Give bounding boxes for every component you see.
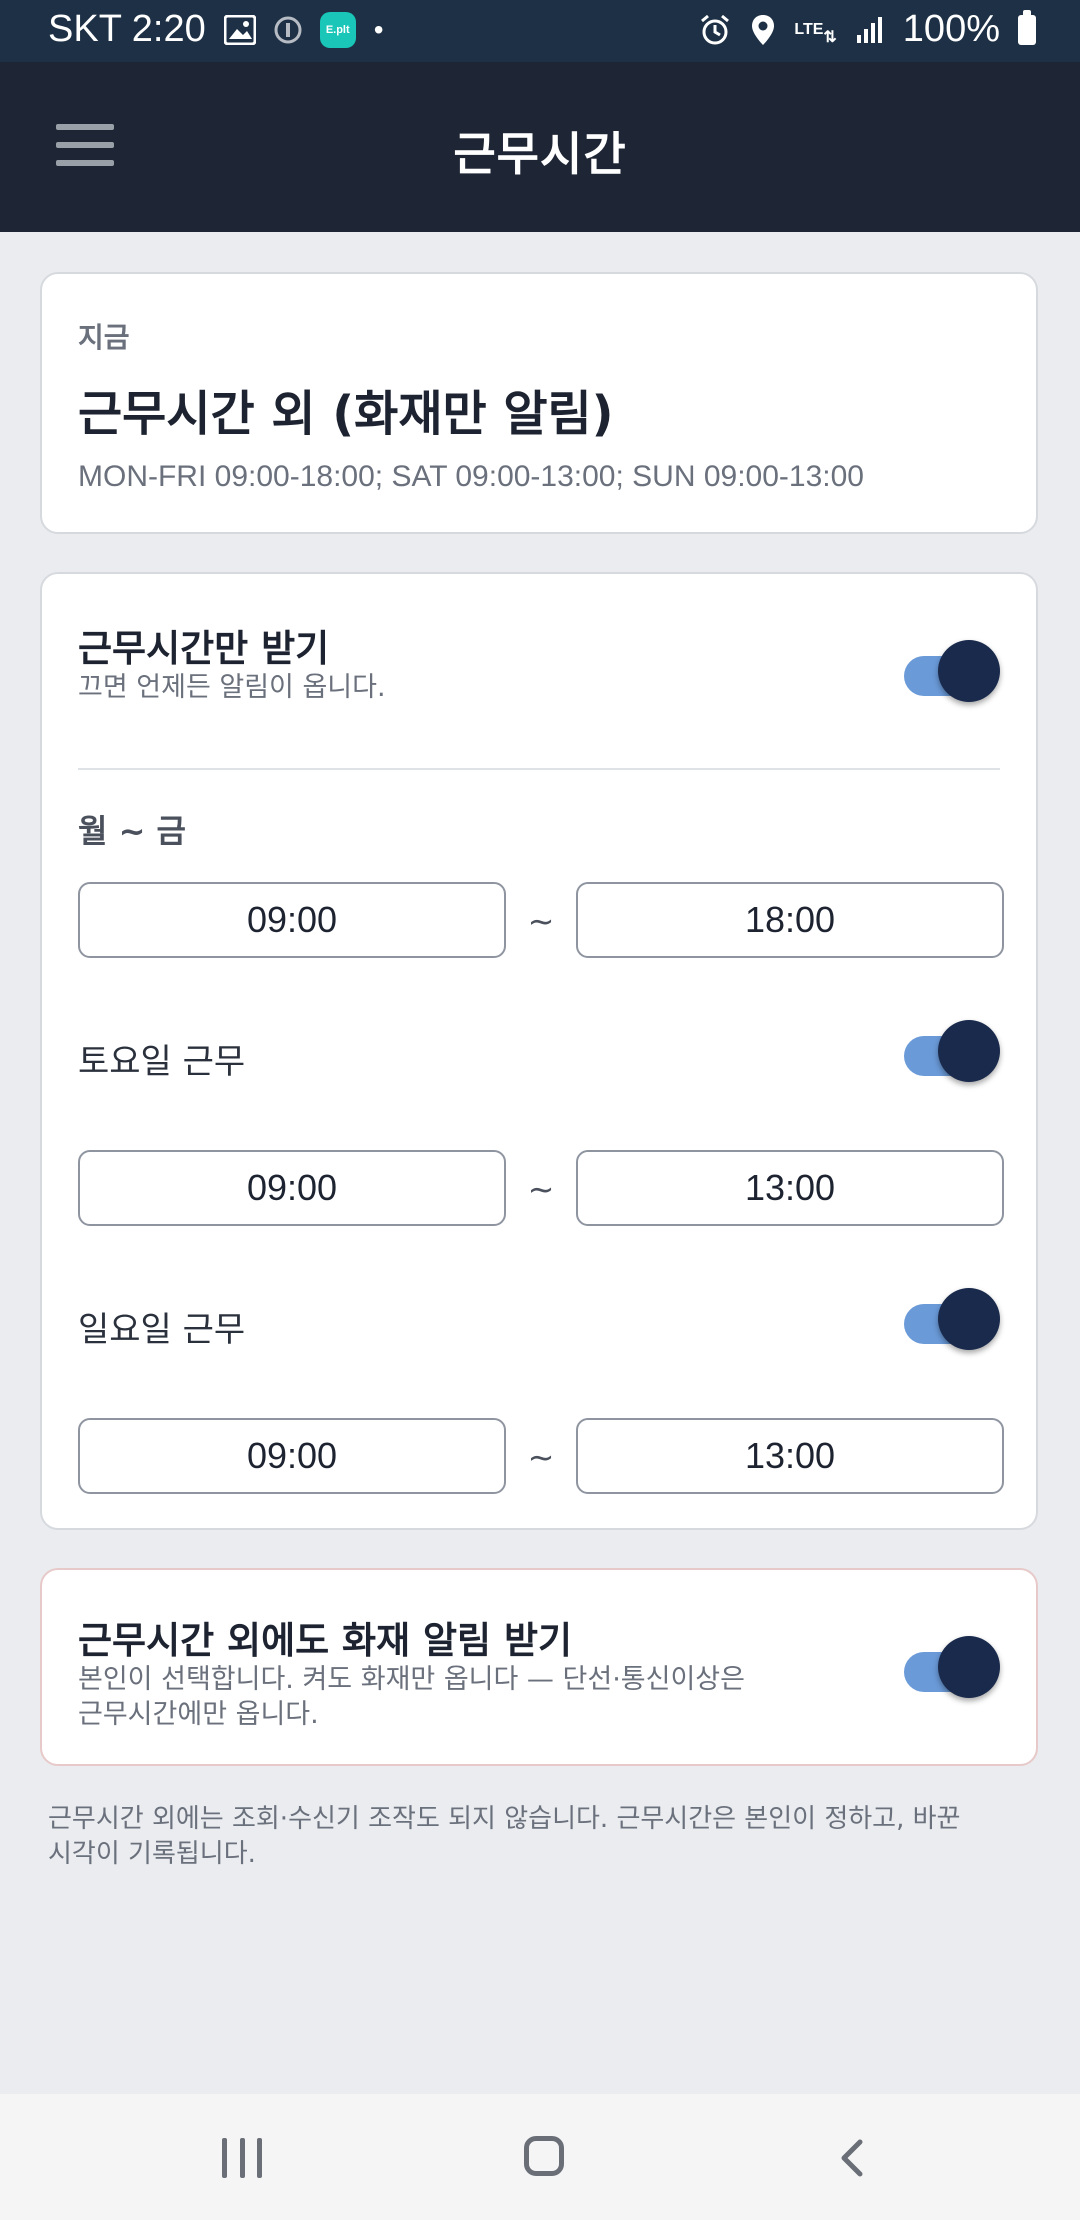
status-bar: SKT 2:20 E.plt • LTE ⇅ 100%: [0, 0, 1080, 62]
saturday-label: 토요일 근무: [78, 1042, 246, 1082]
battery-level: 100%: [902, 8, 1000, 50]
current-status: 근무시간 외 (화재만 알림): [78, 386, 614, 442]
alarm-icon: [698, 13, 732, 47]
weekday-start-time[interactable]: 09:00: [78, 882, 506, 958]
schedule-summary: MON-FRI 09:00-18:00; SAT 09:00-13:00; SU…: [78, 460, 864, 493]
weekday-separator: ~: [527, 902, 555, 940]
fire-alert-title: 근무시간 외에도 화재 알림 받기: [78, 1619, 573, 1662]
recents-icon[interactable]: [222, 2138, 262, 2178]
sunday-separator: ~: [527, 1438, 555, 1476]
back-icon[interactable]: [832, 2138, 872, 2178]
saturday-toggle[interactable]: [904, 1020, 1000, 1086]
fire-alert-card: 근무시간 외에도 화재 알림 받기 본인이 선택합니다. 켜도 화재만 옵니다 …: [40, 1568, 1038, 1766]
sunday-label: 일요일 근무: [78, 1310, 246, 1350]
work-hours-settings-card: 근무시간만 받기 끄면 언제든 알림이 옵니다. 월 ~ 금 09:00 ~ 1…: [40, 572, 1038, 1530]
footer-note: 근무시간 외에는 조회·수신기 조작도 되지 않습니다. 근무시간은 본인이 정…: [48, 1802, 1008, 1872]
info-icon: [274, 16, 302, 44]
eplit-app-icon: E.plt: [319, 11, 356, 48]
saturday-separator: ~: [527, 1170, 555, 1208]
now-label: 지금: [78, 321, 130, 354]
notification-dot: •: [373, 13, 384, 45]
carrier-time: SKT 2:20: [48, 8, 206, 50]
saturday-start-time[interactable]: 09:00: [78, 1150, 506, 1226]
lte-icon: LTE ⇅: [794, 20, 837, 46]
footer-note-line-2: 시각이 기록됩니다.: [48, 1839, 256, 1869]
fire-alert-description-1: 본인이 선택합니다. 켜도 화재만 옵니다 — 단선·통신이상은: [78, 1664, 745, 1695]
image-icon: [223, 14, 256, 45]
footer-note-line-1: 근무시간 외에는 조회·수신기 조작도 되지 않습니다. 근무시간은 본인이 정…: [48, 1804, 961, 1834]
work-hours-only-toggle[interactable]: [904, 640, 1000, 706]
work-hours-only-title: 근무시간만 받기: [78, 627, 330, 670]
home-icon[interactable]: [524, 2136, 564, 2176]
page-title: 근무시간: [453, 127, 627, 181]
sunday-start-time[interactable]: 09:00: [78, 1418, 506, 1494]
weekday-label: 월 ~ 금: [78, 812, 186, 850]
saturday-end-time[interactable]: 13:00: [576, 1150, 1004, 1226]
work-hours-only-description: 끄면 언제든 알림이 옵니다.: [78, 672, 386, 703]
current-status-card: 지금 근무시간 외 (화재만 알림) MON-FRI 09:00-18:00; …: [40, 272, 1038, 534]
weekday-end-time[interactable]: 18:00: [576, 882, 1004, 958]
fire-alert-toggle[interactable]: [904, 1636, 1000, 1702]
signal-icon: [855, 15, 885, 45]
sunday-toggle[interactable]: [904, 1288, 1000, 1354]
location-icon: [750, 13, 776, 47]
battery-icon: [1018, 9, 1036, 45]
divider: [78, 768, 1000, 770]
fire-alert-description-2: 근무시간에만 옵니다.: [78, 1699, 319, 1730]
sunday-end-time[interactable]: 13:00: [576, 1418, 1004, 1494]
system-nav-bar: [0, 2094, 1080, 2220]
app-bar: 근무시간: [0, 62, 1080, 232]
